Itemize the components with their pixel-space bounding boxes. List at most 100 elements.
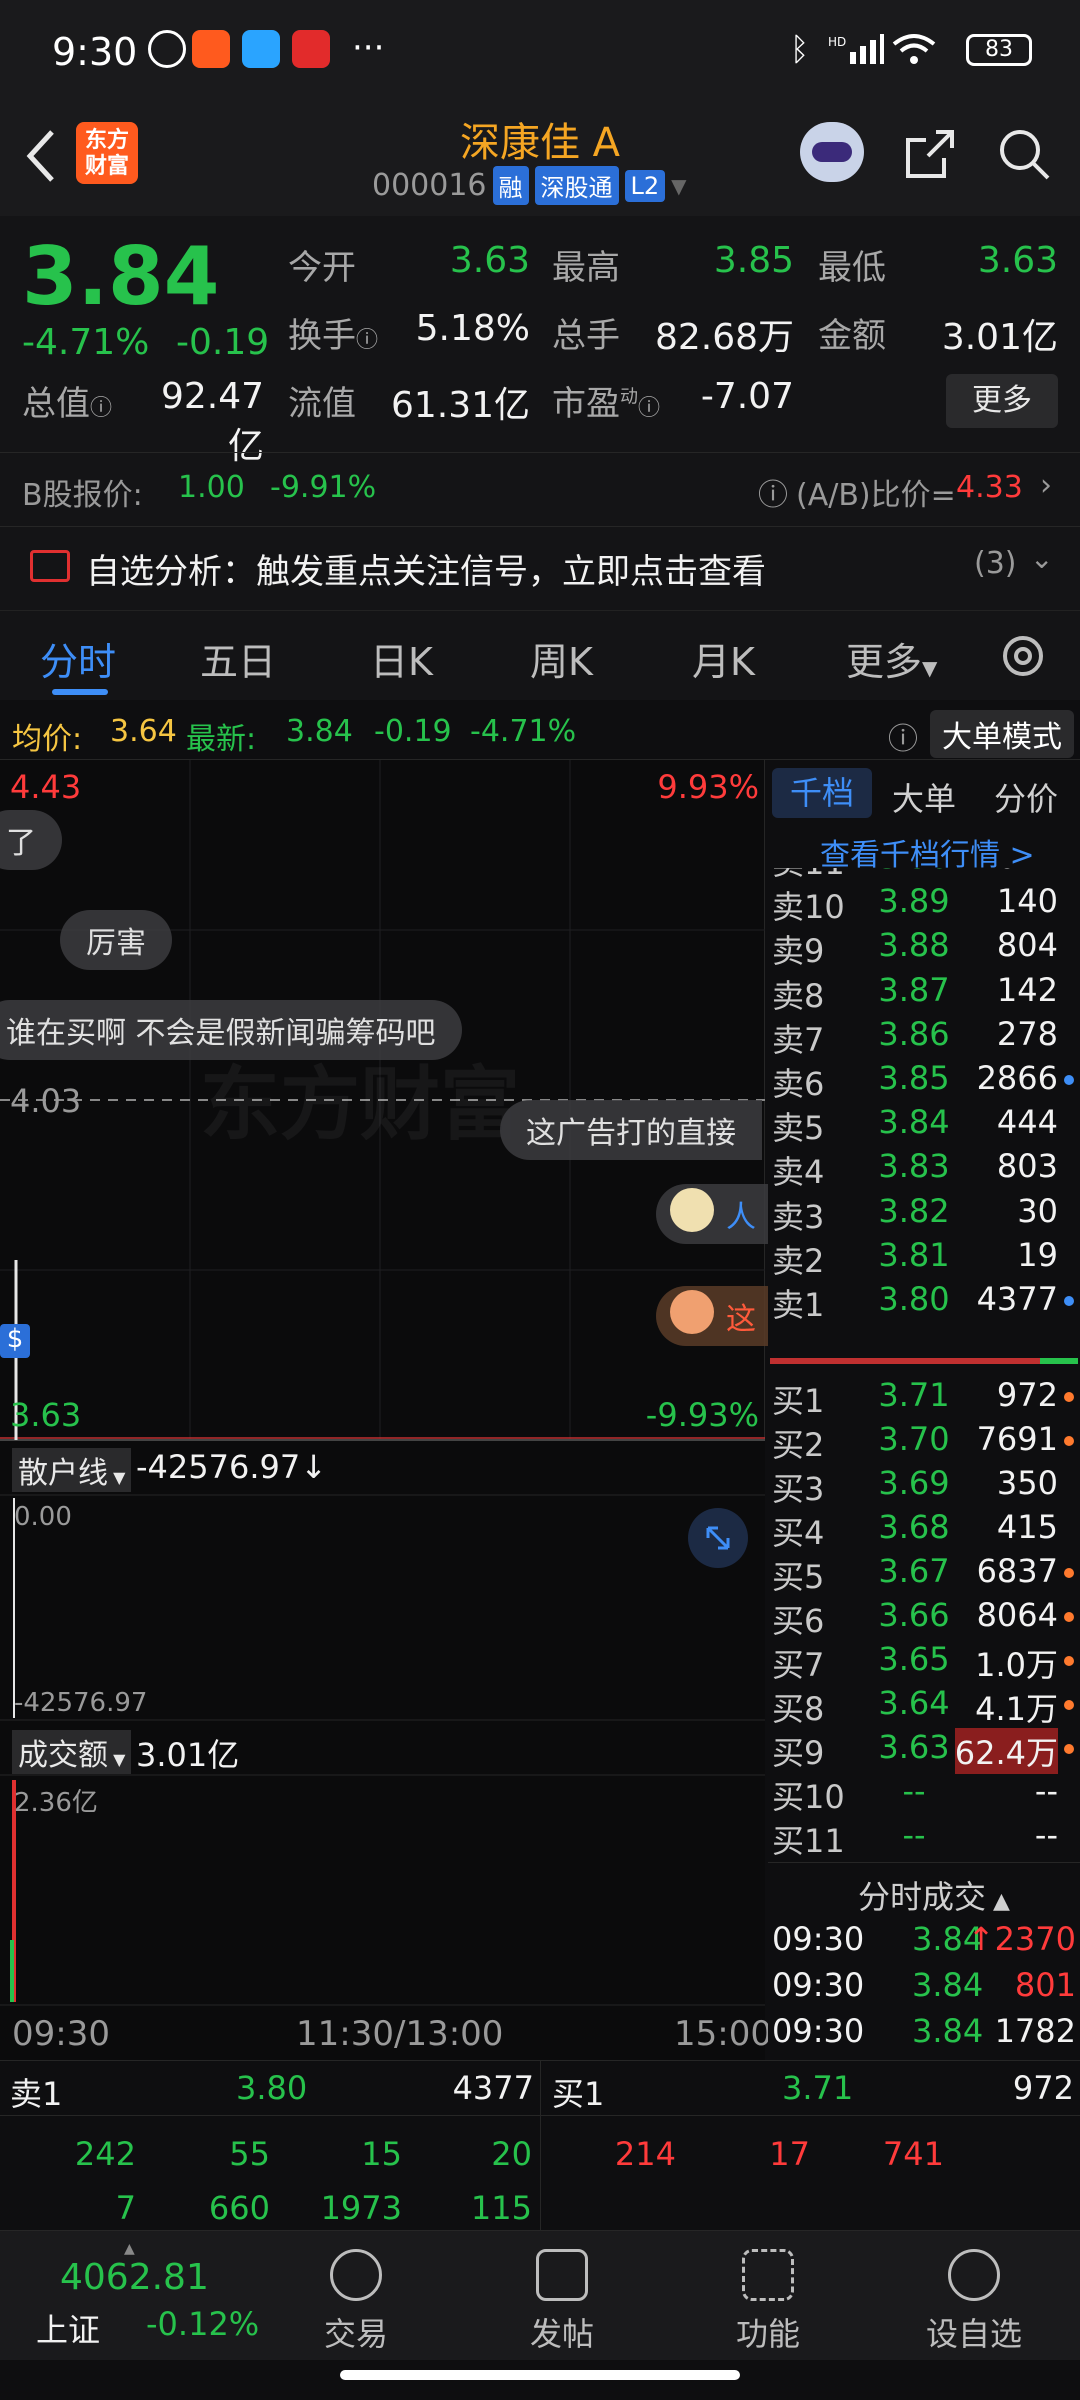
order-dot-icon (1064, 1436, 1074, 1446)
level-label: 卖9 (772, 932, 825, 971)
caret-down-icon: ▼ (108, 1468, 126, 1487)
index-name: 上证 (36, 2311, 101, 2349)
level-label: 买1 (772, 1382, 825, 1420)
home-indicator[interactable] (340, 2370, 740, 2380)
bottom-pct-label: -9.93% (645, 1396, 759, 1434)
tab-five-day[interactable]: 五日 (200, 631, 276, 686)
bid-row[interactable]: 买5 3.67 6837 (768, 1552, 1080, 1596)
tab-big-orders[interactable]: 大单 (892, 774, 956, 820)
dollar-marker-icon[interactable]: $ (0, 1324, 30, 1358)
ask-row[interactable]: 卖4 3.83 803 (768, 1147, 1080, 1191)
bid-list: 买1 3.71 972 买2 3.70 7691 买3 3.69 350 买4 3.68 415 买5 3… (768, 1376, 1080, 1862)
bid-row[interactable]: 买6 3.66 8064 (768, 1596, 1080, 1640)
tab-weekly-k[interactable]: 周K (530, 631, 593, 686)
ask-row[interactable]: 卖2 3.81 19 (768, 1236, 1080, 1280)
time-mid-label: 11:30/13:00 (296, 2014, 504, 2054)
tab-thousand-levels[interactable]: 千档 (772, 768, 872, 818)
tab-more[interactable]: 更多▼ (846, 631, 937, 686)
intraday-chart[interactable]: 东方财富 4.43 9.93% 4.03 3.63 -9.93% $ 了 厉害 … (0, 760, 782, 2060)
bid-row[interactable]: 买3 3.69 350 (768, 1464, 1080, 1508)
tab-price-distribution[interactable]: 分价 (994, 774, 1058, 820)
pe-label[interactable]: 市盈动ⓘ (552, 376, 660, 425)
danmaku-comment[interactable]: 了 (0, 810, 62, 870)
stock-code-row[interactable]: 000016 融 深股通 L2 ▼ (372, 166, 687, 205)
danmaku-comment[interactable]: 这广告打的直接 (500, 1100, 762, 1160)
level-volume: 7691 (976, 1420, 1058, 1458)
ask-row[interactable]: 卖9 3.88 804 (768, 926, 1080, 970)
trade-volume: 801 (1014, 1966, 1076, 2004)
tab-monthly-k[interactable]: 月K (692, 631, 755, 686)
alarm-icon (148, 30, 186, 68)
turnover-label[interactable]: 换手ⓘ (288, 308, 378, 357)
index-pct: -0.12% (146, 2305, 260, 2343)
danmaku-comment[interactable]: 这 (656, 1286, 782, 1346)
help-icon[interactable]: ⓘ (888, 714, 918, 758)
chat-notification-icon (242, 30, 280, 68)
help-icon[interactable]: ⓘ (758, 470, 788, 514)
level-price: 3.82 (878, 1191, 950, 1230)
analysis-banner[interactable]: 自选分析：触发重点关注信号，立即点击查看 (86, 544, 766, 593)
settings-gear-icon[interactable] (998, 631, 1048, 685)
volume-top-label: 2.36亿 (14, 1788, 98, 1818)
bid-row[interactable]: 买9 3.63 62.4万 (768, 1728, 1080, 1774)
level-volume: -- (1034, 1772, 1058, 1810)
trade-price: 3.84 (912, 2012, 984, 2050)
bid-row[interactable]: 买8 3.64 4.1万 (768, 1684, 1080, 1728)
ask-row[interactable]: 卖6 3.85 2866 (768, 1059, 1080, 1103)
chart-summary-bar: 均价: 3.64 最新: 3.84 -0.19 -4.71% ⓘ 大单模式 (0, 704, 1080, 760)
order-dot-icon (1064, 1700, 1074, 1710)
battery-indicator: 83 (966, 34, 1032, 66)
nav-add-watchlist[interactable]: 设自选 (914, 2249, 1034, 2355)
danmaku-comment[interactable]: 人 (656, 1184, 782, 1244)
nav-trade[interactable]: 交易 (296, 2249, 416, 2355)
search-icon[interactable] (996, 126, 1052, 186)
share-icon[interactable] (902, 126, 958, 186)
nav-post[interactable]: 发帖 (502, 2249, 622, 2355)
tab-intraday[interactable]: 分时 (40, 631, 116, 686)
trade-time: 09:30 (772, 1966, 865, 2004)
market-cap-label[interactable]: 总值ⓘ (22, 376, 112, 425)
low-label: 最低 (818, 248, 886, 288)
turnover-value: 5.18% (415, 308, 530, 349)
bid-row[interactable]: 买1 3.71 972 (768, 1376, 1080, 1420)
indicator-selector[interactable]: 散户线 ▼ (12, 1448, 132, 1492)
bid-row[interactable]: 买11 -- -- (768, 1816, 1080, 1860)
nav-functions[interactable]: 功能 (708, 2249, 828, 2355)
level-label: 卖5 (772, 1109, 825, 1148)
chevron-down-icon[interactable]: ⌄ (1030, 542, 1053, 575)
expand-icon[interactable] (688, 1508, 748, 1568)
trades-title[interactable]: 分时成交 ▲ (858, 1872, 1010, 1918)
volume-indicator-selector[interactable]: 成交额 ▼ (12, 1730, 132, 1774)
robot-assistant-icon[interactable] (800, 122, 864, 182)
bid-row[interactable]: 买2 3.70 7691 (768, 1420, 1080, 1464)
chevron-right-icon[interactable]: › (1040, 468, 1052, 503)
ask-row[interactable]: 卖5 3.84 444 (768, 1103, 1080, 1147)
level-volume: 350 (996, 1464, 1058, 1502)
index-ticker[interactable]: ▲ 4062.81 上证 -0.12% (20, 2241, 260, 2351)
ask-row[interactable]: 卖113.901027 (768, 868, 1080, 882)
indicator-top-label: 0.00 (14, 1502, 72, 1532)
big-order-mode-button[interactable]: 大单模式 (930, 710, 1074, 758)
danmaku-comment[interactable]: 谁在买啊 不会是假新闻骗筹码吧 (0, 1000, 462, 1060)
ask-row[interactable]: 卖3 3.82 30 (768, 1192, 1080, 1236)
more-button[interactable]: 更多 (946, 374, 1058, 428)
info-icon: ⓘ (356, 328, 379, 353)
trade-row: 09:30 3.84 ↑2370 (768, 1920, 1080, 1964)
ask-row[interactable]: 卖7 3.86 278 (768, 1015, 1080, 1059)
danmaku-comment[interactable]: 厉害 (60, 910, 172, 970)
ask-order-qty: 20 (491, 2135, 532, 2173)
bid-row[interactable]: 买4 3.68 415 (768, 1508, 1080, 1552)
level-volume: 140 (996, 882, 1058, 921)
ask-row[interactable]: 卖8 3.87 142 (768, 971, 1080, 1015)
ask-row[interactable]: 卖1 3.80 4377 (768, 1280, 1080, 1324)
chart-tabs: 分时 五日 日K 周K 月K 更多▼ (0, 610, 1080, 700)
tab-daily-k[interactable]: 日K (370, 631, 433, 686)
bid-row[interactable]: 买10 -- -- (768, 1772, 1080, 1816)
yen-icon (330, 2249, 382, 2301)
ask-row[interactable]: 卖10 3.89 140 (768, 882, 1080, 926)
level-price: 3.90 (874, 868, 954, 876)
bid-row[interactable]: 买7 3.65 1.0万 (768, 1640, 1080, 1684)
level-volume: 2866 (976, 1059, 1058, 1097)
quote-panel: 3.84 -4.71% -0.19 今开 3.63 最高 3.85 最低 3.6… (0, 216, 1080, 656)
margin-tag: 融 (492, 166, 529, 205)
